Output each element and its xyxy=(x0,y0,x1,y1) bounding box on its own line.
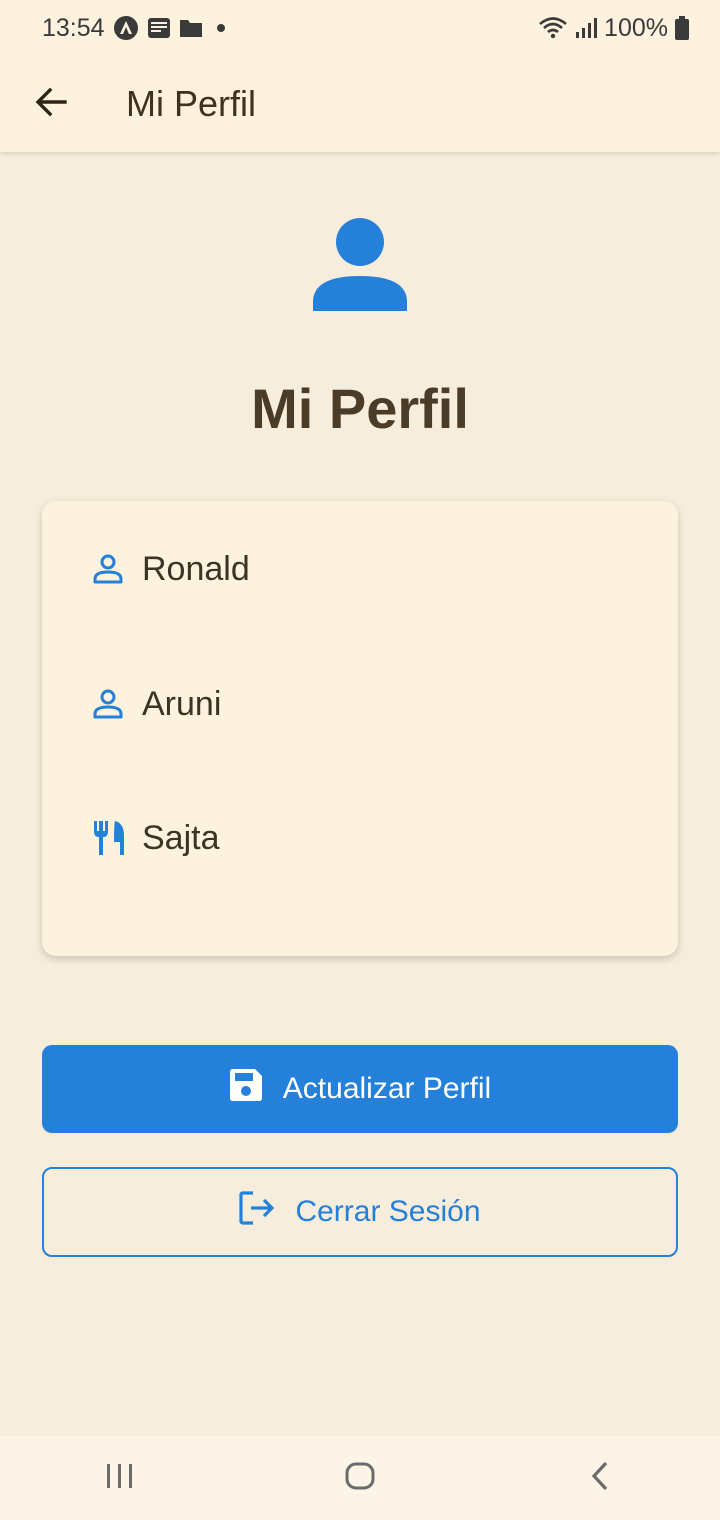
recents-button[interactable] xyxy=(75,1443,165,1513)
update-profile-label: Actualizar Perfil xyxy=(282,1072,492,1105)
favorite-food-value: Sajta xyxy=(142,818,220,857)
save-icon xyxy=(229,1068,263,1110)
person-outline-icon xyxy=(90,551,126,587)
logout-button[interactable]: Cerrar Sesión xyxy=(42,1167,678,1257)
logout-label: Cerrar Sesión xyxy=(295,1195,481,1228)
signal-icon xyxy=(574,16,598,40)
nav-back-button[interactable] xyxy=(555,1443,645,1513)
page-heading: Mi Perfil xyxy=(251,377,469,440)
first-name-value: Ronald xyxy=(142,549,250,588)
battery-percent: 100% xyxy=(604,13,668,42)
news-app-icon xyxy=(147,16,171,40)
update-profile-button[interactable]: Actualizar Perfil xyxy=(42,1045,678,1133)
status-time: 13:54 xyxy=(42,13,105,42)
profile-screen: 13:54 100% Mi Perfil Mi Perfil Ronald Ar… xyxy=(0,0,720,1520)
home-icon xyxy=(344,1461,376,1496)
profile-card: Ronald Aruni Sajta xyxy=(42,501,678,956)
recents-icon xyxy=(105,1462,135,1495)
last-name-field: Aruni xyxy=(90,679,221,729)
restaurant-icon xyxy=(90,820,126,856)
first-name-field: Ronald xyxy=(90,544,250,594)
back-icon xyxy=(589,1461,611,1496)
favorite-food-field: Sajta xyxy=(90,813,220,863)
person-outline-icon xyxy=(90,686,126,722)
dot-icon xyxy=(211,18,231,38)
status-right: 100% xyxy=(538,14,690,43)
app-bar-title: Mi Perfil xyxy=(126,83,257,124)
home-button[interactable] xyxy=(315,1443,405,1513)
status-bar: 13:54 100% xyxy=(0,0,720,56)
app-bar: Mi Perfil xyxy=(0,56,720,152)
logout-icon xyxy=(239,1191,275,1233)
wifi-icon xyxy=(538,15,568,41)
last-name-value: Aruni xyxy=(142,684,222,723)
android-auto-icon xyxy=(113,15,139,41)
system-nav-bar xyxy=(0,1436,720,1520)
back-button[interactable] xyxy=(26,79,76,129)
folder-icon xyxy=(179,17,203,39)
arrow-back-icon xyxy=(34,85,68,124)
battery-icon xyxy=(674,15,690,41)
person-icon xyxy=(312,216,408,312)
status-left: 13:54 xyxy=(42,14,231,43)
